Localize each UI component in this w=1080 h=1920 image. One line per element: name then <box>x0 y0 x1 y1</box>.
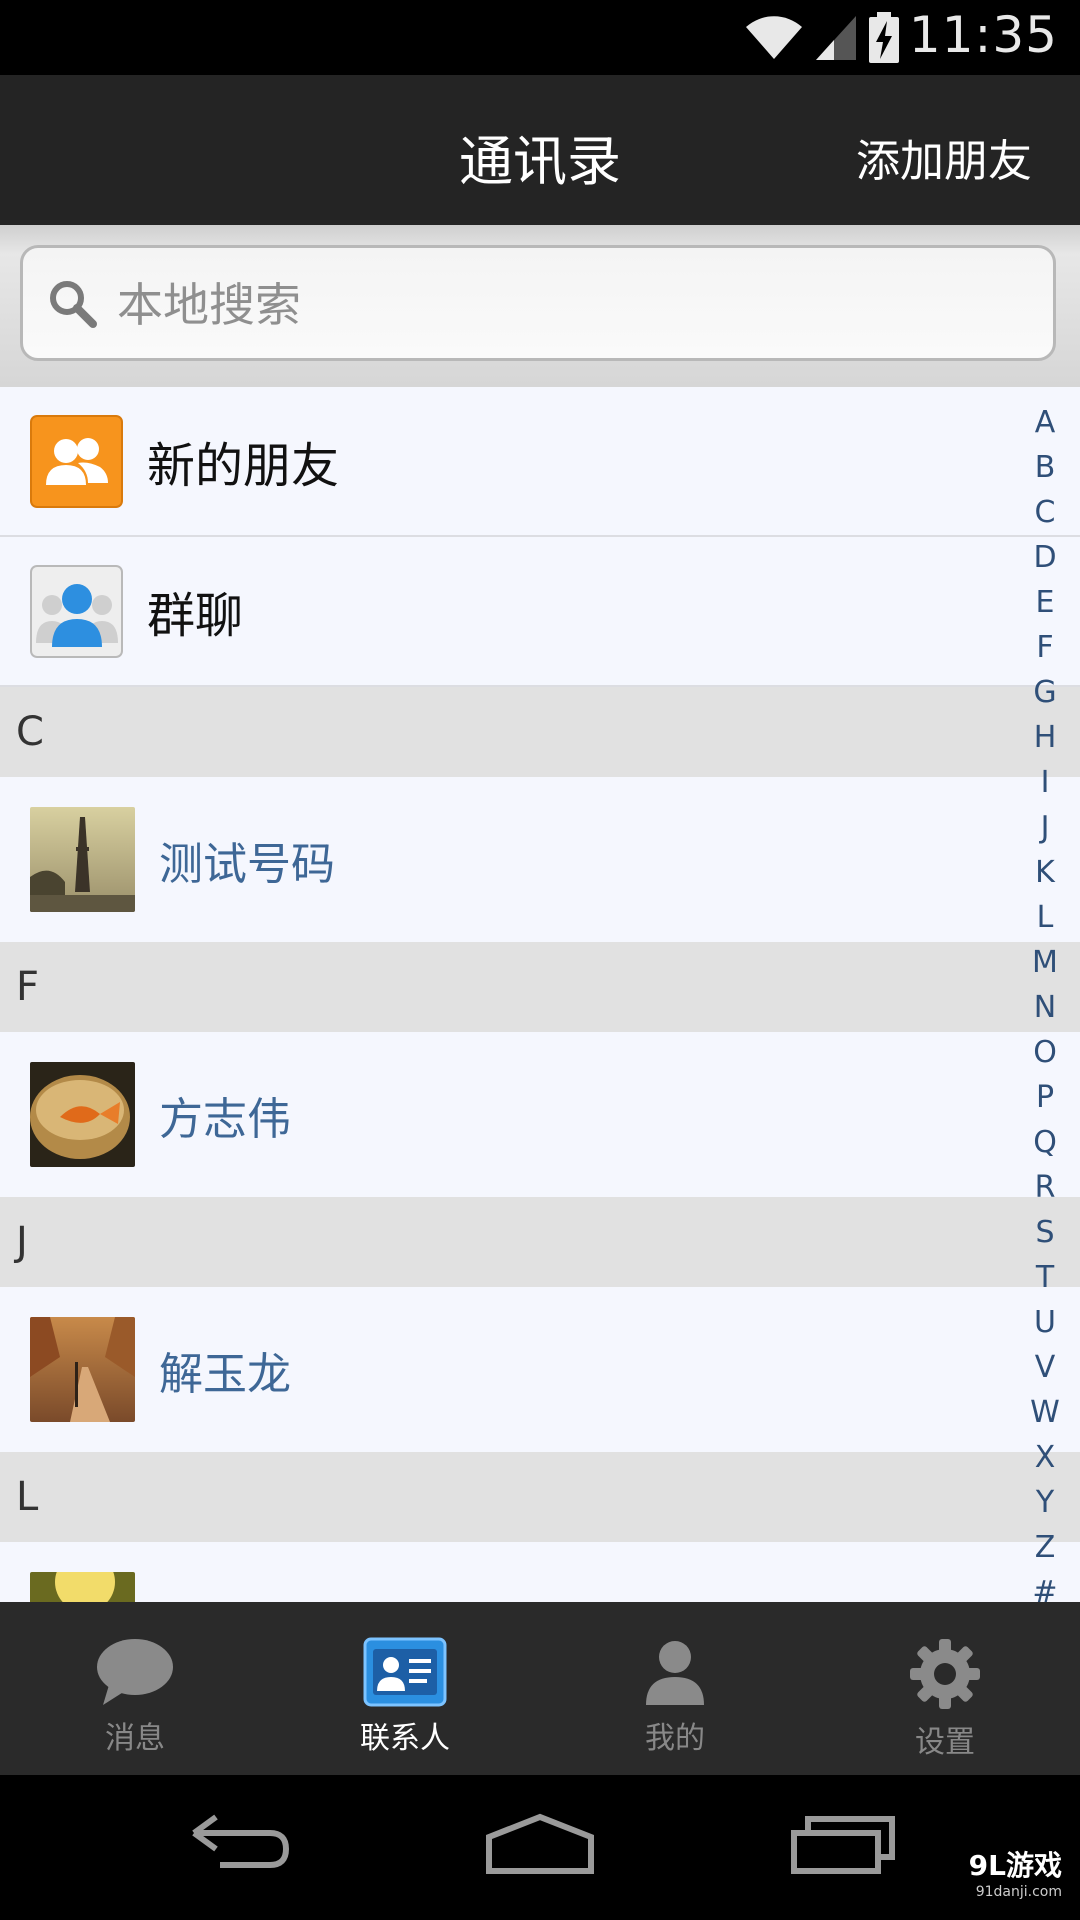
add-friend-button[interactable]: 添加朋友 <box>856 125 1032 189</box>
index-letter[interactable]: V <box>1035 1345 1056 1390</box>
back-icon[interactable] <box>190 1813 290 1873</box>
tower-photo-avatar <box>30 807 135 912</box>
tab-contacts[interactable]: 联系人 <box>270 1602 540 1775</box>
index-letter[interactable]: L <box>1037 895 1054 940</box>
wifi-icon <box>746 15 802 59</box>
contact-list[interactable]: 新的朋友 群聊 C 测试号码 F 方志伟 J 解玉龙 L <box>0 387 1080 1602</box>
autumn-path-photo-avatar <box>30 1317 135 1422</box>
tab-label: 消息 <box>105 1721 165 1756</box>
new-friends-item[interactable]: 新的朋友 <box>0 387 1080 537</box>
contacts-card-icon <box>363 1637 447 1707</box>
group-chat-label: 群聊 <box>147 588 244 644</box>
index-letter[interactable]: I <box>1041 760 1050 805</box>
watermark-brand: 9L游戏 <box>968 1849 1062 1882</box>
home-icon[interactable] <box>485 1813 595 1875</box>
status-time: 11:35 <box>908 6 1058 64</box>
section-letter: C <box>16 709 44 755</box>
section-letter: L <box>16 1474 39 1520</box>
chat-bubble-icon <box>97 1639 173 1705</box>
search-box[interactable] <box>20 245 1056 361</box>
index-letter[interactable]: P <box>1036 1075 1054 1120</box>
contact-name: 方志伟 <box>159 1093 291 1145</box>
index-letter[interactable]: H <box>1034 715 1057 760</box>
tab-label: 我的 <box>645 1721 705 1756</box>
section-header-c: C <box>0 687 1080 777</box>
search-icon <box>50 281 97 328</box>
section-header-j: J <box>0 1197 1080 1287</box>
contact-item[interactable]: 解玉龙 <box>0 1287 1080 1452</box>
index-letter[interactable]: E <box>1036 580 1055 625</box>
tab-messages[interactable]: 消息 <box>0 1602 270 1775</box>
index-letter[interactable]: C <box>1035 490 1056 535</box>
section-header-l: L <box>0 1452 1080 1542</box>
goldfish-photo-avatar <box>30 1062 135 1167</box>
battery-charging-icon <box>869 11 899 63</box>
new-friends-label: 新的朋友 <box>147 438 340 494</box>
index-letter[interactable]: M <box>1032 940 1058 985</box>
index-letter[interactable]: T <box>1036 1255 1054 1300</box>
index-letter[interactable]: K <box>1035 850 1055 895</box>
index-letter[interactable]: N <box>1034 985 1056 1030</box>
section-letter: F <box>16 964 40 1010</box>
status-icons <box>744 10 900 65</box>
tab-label: 设置 <box>915 1725 975 1760</box>
gear-icon <box>910 1639 980 1709</box>
index-letter[interactable]: G <box>1033 670 1056 715</box>
tab-label: 联系人 <box>360 1721 450 1756</box>
index-letter[interactable]: D <box>1033 535 1056 580</box>
index-letter[interactable]: X <box>1035 1435 1056 1480</box>
contact-name: 测试号码 <box>159 838 335 890</box>
sunlight-photo-avatar <box>30 1572 135 1602</box>
new-friends-icon <box>30 414 123 508</box>
index-letter[interactable]: U <box>1034 1300 1056 1345</box>
search-input[interactable] <box>115 262 999 348</box>
index-letter[interactable]: Y <box>1036 1480 1054 1525</box>
title-bar: 通讯录 添加朋友 <box>0 75 1080 225</box>
index-letter[interactable]: B <box>1035 445 1056 490</box>
index-letter[interactable]: Q <box>1033 1120 1057 1165</box>
index-letter[interactable]: S <box>1035 1210 1054 1255</box>
tab-settings[interactable]: 设置 <box>810 1602 1080 1775</box>
recent-apps-icon[interactable] <box>790 1813 896 1875</box>
signal-icon <box>816 15 856 60</box>
group-chat-icon <box>30 564 123 658</box>
index-letter[interactable]: O <box>1033 1030 1057 1075</box>
watermark: 9L游戏 91danji.com <box>969 1844 1062 1900</box>
contact-item[interactable]: 方志伟 <box>0 1032 1080 1197</box>
status-bar: 11:35 <box>0 0 1080 75</box>
watermark-url: 91danji.com <box>975 1884 1062 1900</box>
tab-me[interactable]: 我的 <box>540 1602 810 1775</box>
contact-name: 解玉龙 <box>159 1348 291 1400</box>
index-letter[interactable]: J <box>1041 805 1050 850</box>
bottom-tab-bar: 消息 联系人 我的 设置 <box>0 1602 1080 1775</box>
contact-item[interactable] <box>0 1542 1080 1602</box>
alphabet-index[interactable]: A B C D E F G H I J K L M N O P Q R S T … <box>1010 400 1080 1610</box>
system-nav-bar: 9L游戏 91danji.com <box>0 1775 1080 1920</box>
index-letter[interactable]: W <box>1030 1390 1060 1435</box>
group-chat-item[interactable]: 群聊 <box>0 537 1080 687</box>
index-letter[interactable]: Z <box>1035 1525 1056 1570</box>
index-letter[interactable]: A <box>1035 400 1056 445</box>
section-header-f: F <box>0 942 1080 1032</box>
person-icon <box>646 1641 704 1705</box>
section-letter: J <box>16 1219 28 1265</box>
index-letter[interactable]: R <box>1035 1165 1056 1210</box>
contact-item[interactable]: 测试号码 <box>0 777 1080 942</box>
index-letter[interactable]: F <box>1036 625 1053 670</box>
search-area <box>0 225 1080 387</box>
